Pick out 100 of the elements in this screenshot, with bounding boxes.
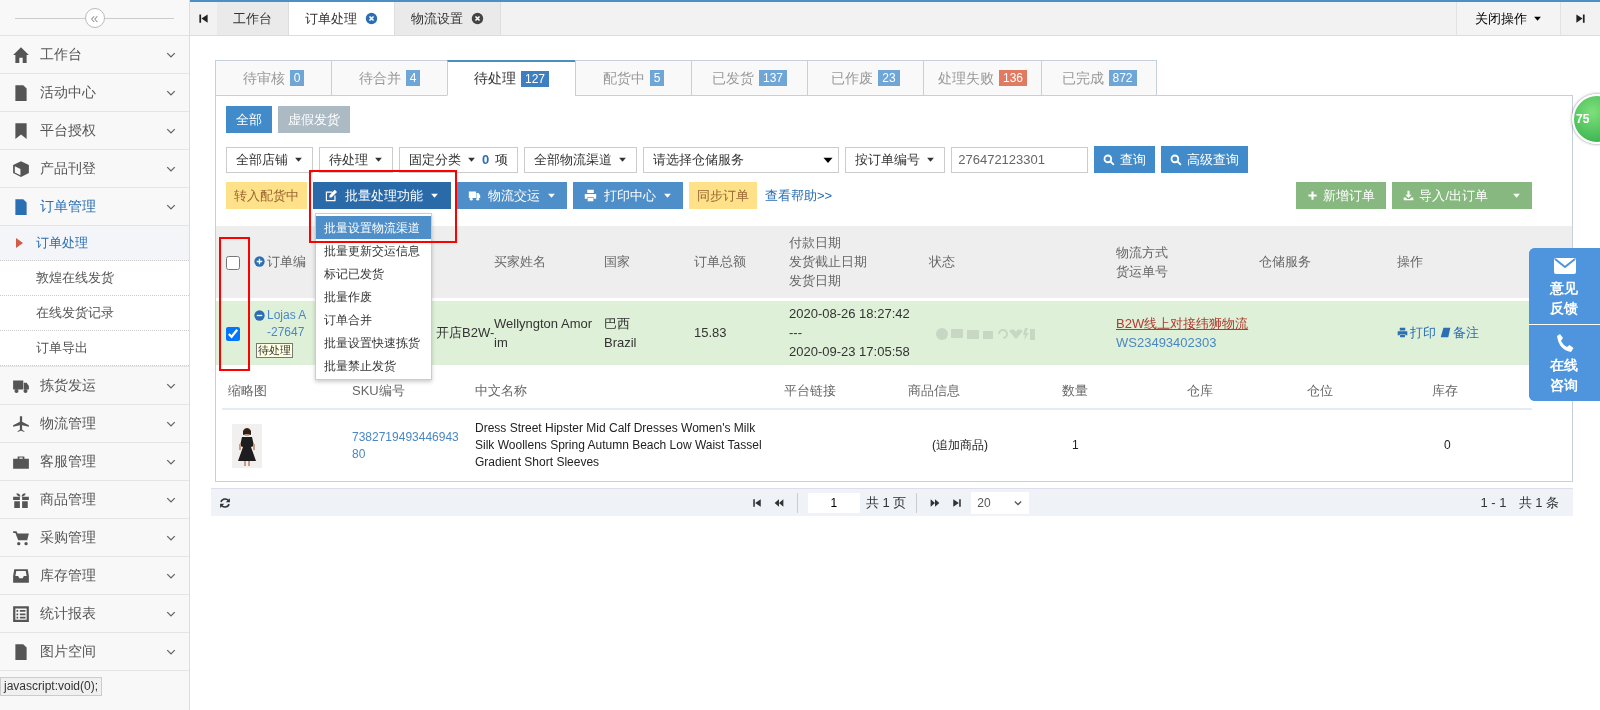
edit-icon — [325, 189, 338, 202]
column-header: 数量 — [1062, 382, 1088, 398]
sidebar-subitem[interactable]: 订单导出 — [0, 331, 189, 366]
search-icon — [1170, 153, 1183, 166]
home-icon — [12, 45, 30, 64]
menu-item[interactable]: 批量作废 — [316, 285, 431, 308]
help-link[interactable]: 查看帮助>> — [765, 185, 833, 206]
list-icon — [12, 604, 30, 623]
search-button[interactable]: 查询 — [1094, 146, 1156, 173]
column-header: 付款日期 发货截止日期 发货日期 — [789, 235, 867, 289]
column-header: 订单编 — [267, 254, 306, 270]
table-cell: 2020-08-26 18:27:42 --- 2020-09-23 17:05:58 — [789, 306, 910, 360]
sidebar-subitem[interactable]: 订单处理 — [0, 226, 189, 261]
menu-item[interactable]: 批量更新交运信息 — [316, 239, 431, 262]
column-header: 缩略图 — [228, 382, 267, 398]
menu-button[interactable]: 批量处理功能 — [313, 182, 451, 209]
search-button[interactable]: 高级查询 — [1161, 146, 1249, 173]
sidebar-item[interactable]: 商品管理 — [0, 481, 189, 519]
menu-item[interactable]: 标记已发货 — [316, 262, 431, 285]
minus-circle-icon — [254, 310, 265, 322]
inbox-icon — [12, 566, 30, 585]
action-button[interactable]: 转入配货中 — [226, 182, 307, 209]
column-header: 状态 — [929, 254, 955, 270]
checkbox[interactable] — [226, 255, 240, 270]
column-header: 平台链接 — [784, 382, 836, 398]
previous-icon — [773, 497, 784, 508]
count-badge: 5 — [649, 70, 665, 86]
airplane-icon — [12, 414, 30, 433]
filter-dropdown[interactable]: 待处理 — [319, 146, 393, 173]
refresh-icon[interactable] — [219, 496, 231, 509]
sidebar-subitem[interactable]: 敦煌在线发货 — [0, 261, 189, 296]
sidebar-item[interactable]: 工作台 — [0, 36, 189, 74]
menu-item[interactable]: 批量设置快速拣货 — [316, 331, 431, 354]
status-tag: 待处理 — [256, 343, 293, 359]
filter-dropdown[interactable]: 全部店铺 — [226, 146, 313, 173]
caret-icon — [294, 155, 303, 164]
table-cell: 15.83 — [694, 325, 727, 341]
filter-button[interactable]: 全部 — [226, 106, 272, 133]
sidebar-item[interactable]: 统计报表 — [0, 595, 189, 633]
document-icon — [12, 83, 30, 102]
gift-icon — [12, 490, 30, 509]
action-button[interactable]: 同步订单 — [689, 182, 757, 209]
count-badge: 127 — [521, 70, 549, 87]
status-tab[interactable]: 待处理 127 — [447, 60, 575, 96]
caret-icon — [618, 155, 628, 164]
caret-icon — [374, 155, 383, 164]
download-icon — [1403, 190, 1415, 201]
sidebar-item[interactable]: 图片空间 — [0, 633, 189, 671]
category-dropdown[interactable]: 固定分类 0 项 — [399, 146, 519, 173]
book-icon — [1440, 327, 1451, 339]
table-cell: 0 — [1444, 438, 1451, 452]
sidebar-item[interactable]: 产品刊登 — [0, 150, 189, 188]
mail-icon — [1552, 256, 1577, 276]
column-header: 物流方式 货运单号 — [1116, 244, 1168, 279]
sidebar-item[interactable]: 客服管理 — [0, 443, 189, 481]
page-size-select[interactable]: 20 — [971, 491, 1030, 514]
storage-select[interactable]: 请选择仓储服务 — [643, 146, 840, 173]
first-page-icon — [751, 497, 762, 508]
page-field[interactable]: 1 — [807, 492, 860, 513]
sidebar-item[interactable]: 采购管理 — [0, 519, 189, 557]
sidebar-item[interactable]: 活动中心 — [0, 74, 189, 112]
search-field[interactable]: 276472123301 — [951, 146, 1089, 173]
caret-icon — [926, 155, 936, 164]
page-tab[interactable]: 工作台 — [217, 2, 289, 35]
row-action-link[interactable]: 备注 — [1440, 325, 1479, 341]
shipping-link[interactable]: B2W线上对接纬狮物流 — [1116, 315, 1249, 331]
filter-dropdown[interactable]: 全部物流渠道 — [524, 146, 638, 173]
table-cell: 1 — [1072, 438, 1079, 452]
column-header: 买家姓名 — [494, 254, 546, 270]
count-badge: 872 — [1108, 70, 1137, 86]
caret-icon — [430, 191, 439, 200]
filter-dropdown[interactable]: 按订单编号 — [845, 146, 946, 173]
cart-icon — [12, 528, 30, 547]
sidebar-item[interactable]: 平台授权 — [0, 112, 189, 150]
table-cell-text: Wellyngton Amorim — [494, 314, 594, 352]
row-action-link[interactable]: 打印 — [1397, 325, 1436, 341]
column-header: 仓库 — [1187, 382, 1213, 398]
column-header: 操作 — [1397, 254, 1423, 270]
sku-link[interactable]: 738271949344694380 — [352, 428, 464, 463]
column-header: 中文名称 — [475, 382, 527, 398]
bookmark-icon — [12, 121, 30, 140]
first-icon — [198, 13, 209, 24]
column-header: 仓位 — [1307, 382, 1333, 398]
menu-item[interactable]: 批量禁止发货 — [316, 354, 431, 377]
sidebar-item[interactable]: 物流管理 — [0, 405, 189, 443]
tracking-number: WS23493402303 — [1116, 334, 1217, 350]
page-tab[interactable]: 物流设置 — [395, 2, 501, 35]
status-url: javascript:void(0); — [0, 677, 103, 696]
checkbox[interactable] — [226, 326, 240, 341]
sidebar-item[interactable]: 拣货发运 — [0, 367, 189, 405]
table-cell: 开店B2W- — [436, 325, 495, 341]
last-icon — [1575, 13, 1586, 24]
menu-item[interactable]: 订单合并 — [316, 308, 431, 331]
page-tab[interactable]: 订单处理 — [289, 2, 395, 35]
sidebar-subitem[interactable]: 在线发货记录 — [0, 296, 189, 331]
table-cell-text: Dress Street Hipster Mid Calf Dresses Women's Milk Silk Woollens Spring Autumn Beach Low Waist Tassel Gradient Short Sleeves — [475, 420, 763, 471]
sidebar-item[interactable]: 库存管理 — [0, 557, 189, 595]
caret-icon — [1533, 14, 1542, 23]
column-header: 订单总额 — [694, 254, 746, 270]
count-badge: 137 — [759, 70, 787, 86]
